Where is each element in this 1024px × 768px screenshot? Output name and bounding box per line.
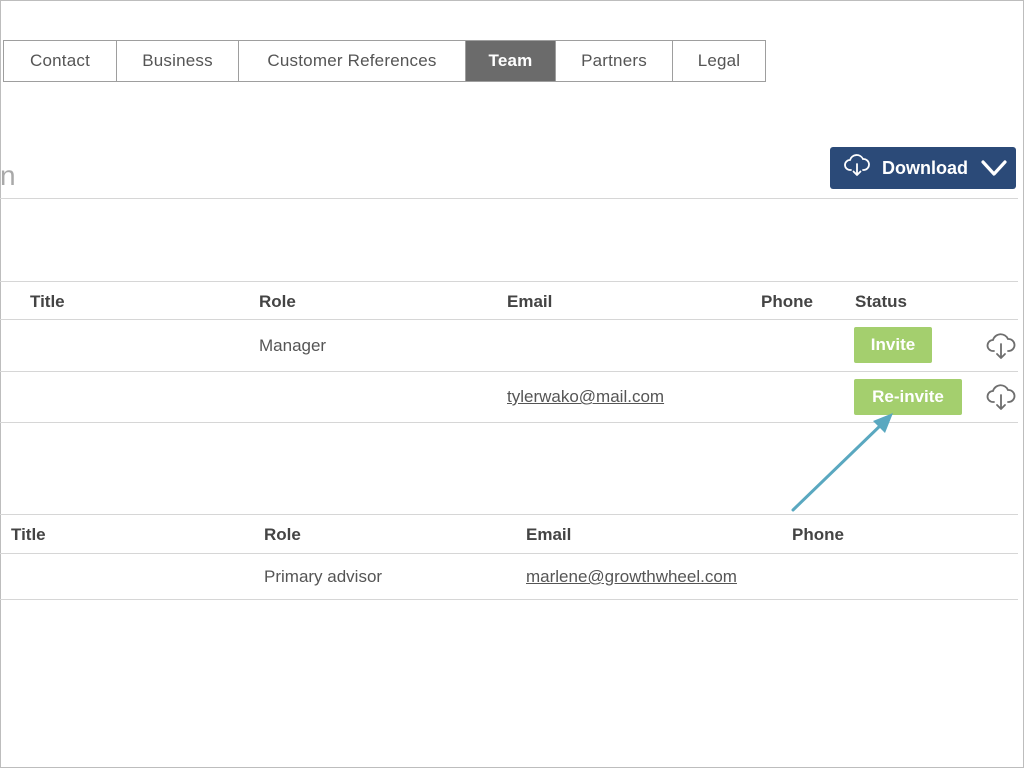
cloud-download-icon bbox=[844, 153, 870, 183]
tab-team[interactable]: Team bbox=[466, 41, 556, 81]
header-divider bbox=[0, 319, 1018, 320]
invite-button[interactable]: Invite bbox=[854, 327, 932, 363]
section-divider bbox=[0, 198, 1018, 199]
download-label: Download bbox=[882, 157, 968, 178]
header-email: Email bbox=[526, 525, 572, 544]
cell-email[interactable]: marlene@growthwheel.com bbox=[526, 567, 737, 587]
table-top-border bbox=[0, 281, 1018, 282]
cell-role: Manager bbox=[259, 336, 327, 355]
header-phone: Phone bbox=[792, 525, 844, 544]
tab-legal[interactable]: Legal bbox=[673, 41, 765, 81]
header-status: Status bbox=[855, 292, 907, 311]
cloud-download-icon[interactable] bbox=[986, 333, 1016, 366]
header-divider bbox=[0, 553, 1018, 554]
table-bottom-border bbox=[0, 599, 1018, 600]
header-title: Title bbox=[11, 525, 46, 544]
table-top-border bbox=[0, 514, 1018, 515]
chevron-down-icon[interactable] bbox=[980, 155, 1008, 186]
header-email: Email bbox=[507, 292, 553, 311]
download-button[interactable]: Download bbox=[830, 147, 1016, 189]
cell-role: Primary advisor bbox=[264, 567, 383, 586]
row-divider bbox=[0, 371, 1018, 372]
tab-business[interactable]: Business bbox=[117, 41, 239, 81]
header-title: Title bbox=[30, 292, 65, 311]
cell-email[interactable]: tylerwako@mail.com bbox=[507, 387, 664, 407]
tab-partners[interactable]: Partners bbox=[556, 41, 673, 81]
annotation-arrow bbox=[791, 413, 893, 512]
tab-contact[interactable]: Contact bbox=[4, 41, 117, 81]
header-role: Role bbox=[264, 525, 301, 544]
section-heading: n bbox=[0, 160, 16, 191]
section-tabs: Contact Business Customer References Tea… bbox=[3, 40, 766, 82]
header-phone: Phone bbox=[761, 292, 813, 311]
email-link[interactable]: marlene@growthwheel.com bbox=[526, 567, 737, 586]
email-link[interactable]: tylerwako@mail.com bbox=[507, 387, 664, 406]
header-role: Role bbox=[259, 292, 296, 311]
tab-customer-references[interactable]: Customer References bbox=[239, 41, 466, 81]
cloud-download-icon[interactable] bbox=[986, 384, 1016, 417]
